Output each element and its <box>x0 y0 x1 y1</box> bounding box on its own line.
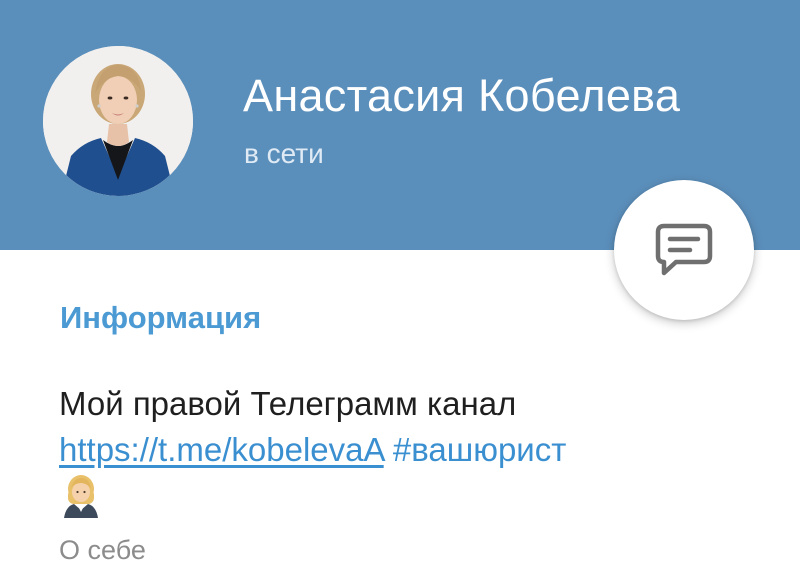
profile-name: Анастасия Кобелева <box>243 70 681 121</box>
channel-link[interactable]: https://t.me/kobelevaA <box>59 431 384 468</box>
message-icon <box>655 223 713 276</box>
bio-text: Мой правой Телеграмм канал https://t.me/… <box>59 381 759 473</box>
message-button[interactable] <box>614 180 754 320</box>
info-section-title: Информация <box>60 300 262 335</box>
bio-line: Мой правой Телеграмм канал <box>59 385 517 422</box>
online-status: в сети <box>244 138 324 169</box>
bio-caption: О себе <box>59 535 146 565</box>
hashtag-link[interactable]: #вашюрист <box>393 431 567 468</box>
avatar[interactable] <box>43 46 193 196</box>
woman-office-worker-emoji-icon <box>62 474 100 518</box>
avatar-photo <box>43 46 193 196</box>
bio-links-line: https://t.me/kobelevaA #вашюрист <box>59 427 759 473</box>
